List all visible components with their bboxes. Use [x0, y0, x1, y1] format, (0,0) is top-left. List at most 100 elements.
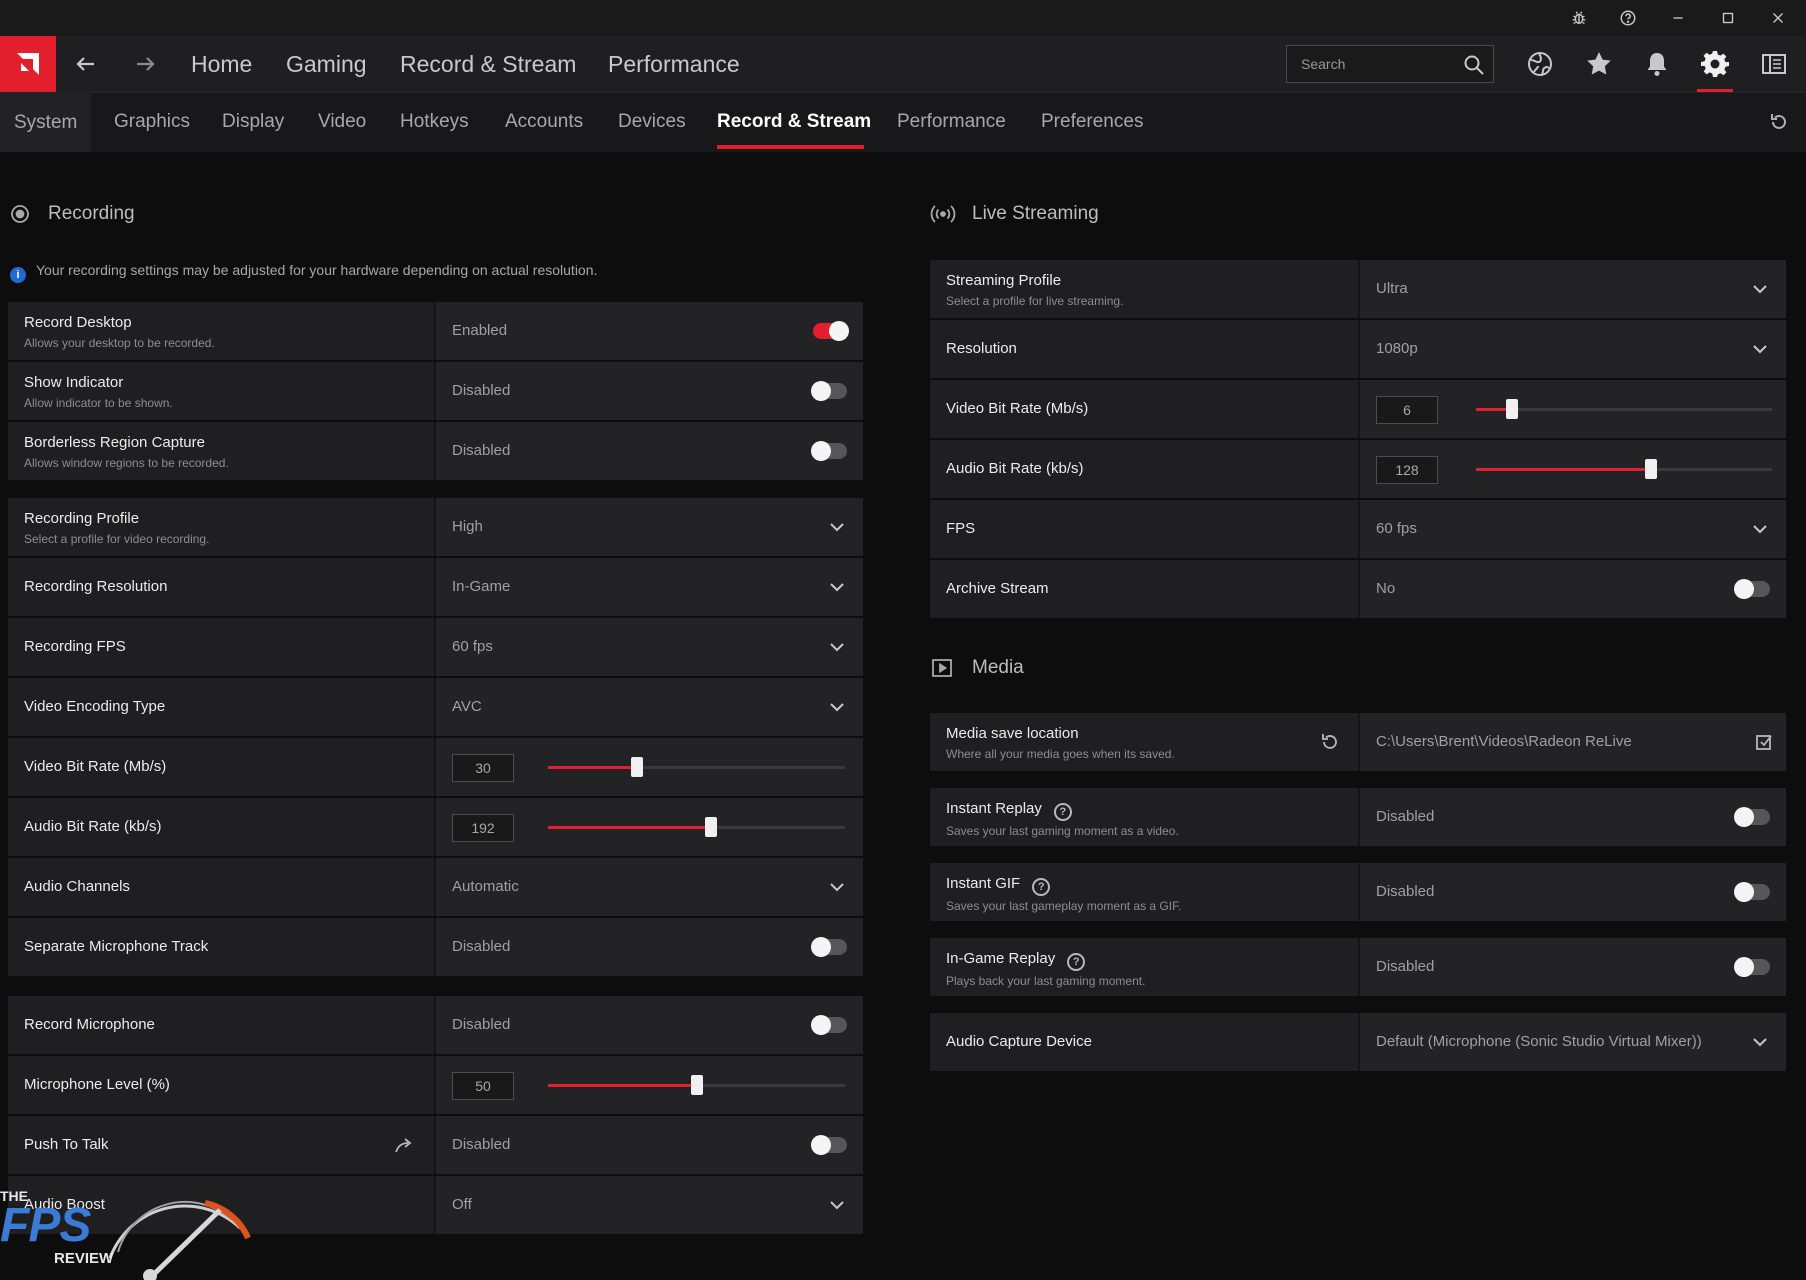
push-to-talk-toggle[interactable] — [811, 1135, 847, 1155]
sidebar-toggle-icon[interactable] — [1759, 49, 1789, 79]
ingame-replay-toggle[interactable] — [1734, 957, 1770, 977]
mic-level-input[interactable]: 50 — [452, 1072, 514, 1100]
tab-devices[interactable]: Devices — [618, 111, 686, 133]
save-location-path: C:\Users\Brent\Videos\Radeon ReLive — [1376, 733, 1632, 750]
audio-capture-value: Default (Microphone (Sonic Studio Virtua… — [1376, 1033, 1702, 1050]
archive-stream-toggle[interactable] — [1734, 579, 1770, 599]
show-indicator-toggle[interactable] — [811, 381, 847, 401]
watermark-fps: FPS — [0, 1199, 91, 1252]
share-arrow-icon[interactable] — [394, 1136, 414, 1154]
info-icon: i — [10, 267, 26, 283]
instant-replay-toggle[interactable] — [1734, 807, 1770, 827]
rec-audio-bitrate-slider[interactable] — [548, 817, 845, 837]
nav-performance[interactable]: Performance — [608, 51, 740, 78]
slider-thumb[interactable] — [690, 1075, 703, 1095]
globe-icon[interactable] — [1525, 49, 1555, 79]
nav-gaming[interactable]: Gaming — [286, 51, 367, 78]
slider-thumb[interactable] — [705, 817, 718, 837]
nav-home[interactable]: Home — [191, 51, 252, 78]
recording-fps-label: Recording FPS — [24, 638, 126, 655]
recording-profile-label: Recording Profile — [24, 510, 140, 527]
streaming-profile-desc: Select a profile for live streaming. — [946, 294, 1124, 308]
mic-level-slider[interactable] — [548, 1075, 845, 1095]
tab-preferences[interactable]: Preferences — [1041, 111, 1143, 133]
chevron-down-icon[interactable] — [1752, 281, 1768, 297]
chevron-down-icon[interactable] — [829, 699, 845, 715]
chevron-down-icon[interactable] — [829, 639, 845, 655]
stream-audio-bitrate-input[interactable]: 128 — [1376, 456, 1438, 484]
recording-fps-value: 60 fps — [452, 638, 493, 655]
row-stream-video-bitrate: Video Bit Rate (Mb/s) 6 — [930, 380, 1786, 438]
tab-record-stream[interactable]: Record & Stream — [717, 111, 871, 133]
stream-video-bitrate-label: Video Bit Rate (Mb/s) — [946, 400, 1089, 417]
row-recording-profile[interactable]: Recording Profile Select a profile for vi… — [8, 498, 863, 556]
audio-channels-value: Automatic — [452, 878, 519, 895]
title-bar — [0, 0, 1806, 36]
rec-video-bitrate-slider[interactable] — [548, 757, 845, 777]
chevron-down-icon[interactable] — [829, 1197, 845, 1213]
search-box[interactable]: Search — [1286, 45, 1494, 83]
reset-location-icon[interactable] — [1320, 732, 1340, 752]
slider-thumb[interactable] — [1644, 459, 1657, 479]
tab-graphics[interactable]: Graphics — [114, 111, 190, 133]
instant-gif-value: Disabled — [1376, 883, 1435, 900]
chevron-down-icon[interactable] — [829, 579, 845, 595]
help-icon[interactable] — [1611, 6, 1645, 30]
row-streaming-profile[interactable]: Streaming Profile Select a profile for li… — [930, 260, 1786, 318]
help-circle-icon[interactable]: ? — [1032, 878, 1051, 896]
row-stream-resolution[interactable]: Resolution 1080p — [930, 320, 1786, 378]
row-archive-stream: Archive Stream No — [930, 560, 1786, 618]
tab-video[interactable]: Video — [318, 111, 366, 133]
record-desktop-value: Enabled — [452, 322, 508, 339]
search-icon[interactable] — [1463, 54, 1485, 76]
chevron-down-icon[interactable] — [1752, 341, 1768, 357]
slider-thumb[interactable] — [631, 757, 644, 777]
bell-icon[interactable] — [1642, 49, 1672, 79]
browse-folder-icon[interactable] — [1754, 732, 1774, 752]
stream-video-bitrate-input[interactable]: 6 — [1376, 396, 1438, 424]
borderless-toggle[interactable] — [811, 441, 847, 461]
minimize-icon[interactable] — [1661, 6, 1695, 30]
tab-performance[interactable]: Performance — [897, 111, 1006, 133]
record-mic-toggle[interactable] — [811, 1015, 847, 1035]
forward-arrow-icon[interactable] — [131, 50, 159, 78]
row-audio-capture-device[interactable]: Audio Capture Device Default (Microphone… — [930, 1013, 1786, 1071]
tab-system[interactable]: System — [0, 93, 92, 152]
row-audio-channels[interactable]: Audio Channels Automatic — [8, 858, 863, 916]
search-placeholder: Search — [1301, 56, 1346, 72]
settings-gear-icon[interactable] — [1700, 49, 1730, 79]
row-video-encoding[interactable]: Video Encoding Type AVC — [8, 678, 863, 736]
help-circle-icon[interactable]: ? — [1067, 953, 1086, 971]
stream-audio-bitrate-slider[interactable] — [1476, 459, 1772, 479]
tab-hotkeys[interactable]: Hotkeys — [400, 111, 469, 133]
nav-record-stream[interactable]: Record & Stream — [400, 51, 576, 78]
row-recording-resolution[interactable]: Recording Resolution In-Game — [8, 558, 863, 616]
tab-display[interactable]: Display — [222, 111, 284, 133]
reset-icon[interactable] — [1768, 111, 1790, 133]
slider-thumb[interactable] — [1505, 399, 1518, 419]
row-stream-fps[interactable]: FPS 60 fps — [930, 500, 1786, 558]
chevron-down-icon[interactable] — [1752, 521, 1768, 537]
chevron-down-icon[interactable] — [829, 519, 845, 535]
chevron-down-icon[interactable] — [1752, 1034, 1768, 1050]
back-arrow-icon[interactable] — [72, 50, 100, 78]
instant-gif-toggle[interactable] — [1734, 882, 1770, 902]
record-desktop-toggle[interactable] — [813, 321, 849, 341]
row-recording-fps[interactable]: Recording FPS 60 fps — [8, 618, 863, 676]
tab-accounts[interactable]: Accounts — [505, 111, 583, 133]
instant-gif-desc: Saves your last gameplay moment as a GIF… — [946, 899, 1182, 913]
close-icon[interactable] — [1761, 6, 1795, 30]
star-icon[interactable] — [1584, 49, 1614, 79]
row-stream-audio-bitrate: Audio Bit Rate (kb/s) 128 — [930, 440, 1786, 498]
rec-video-bitrate-input[interactable]: 30 — [452, 754, 514, 782]
chevron-down-icon[interactable] — [829, 879, 845, 895]
stream-video-bitrate-slider[interactable] — [1476, 399, 1772, 419]
amd-logo[interactable] — [0, 36, 56, 92]
stream-fps-label: FPS — [946, 520, 976, 537]
rec-audio-bitrate-input[interactable]: 192 — [452, 814, 514, 842]
separate-mic-toggle[interactable] — [811, 937, 847, 957]
maximize-icon[interactable] — [1711, 6, 1745, 30]
bug-icon[interactable] — [1562, 6, 1596, 30]
help-circle-icon[interactable]: ? — [1053, 803, 1072, 821]
row-ingame-replay: In-Game Replay? Plays back your last gami… — [930, 938, 1786, 996]
